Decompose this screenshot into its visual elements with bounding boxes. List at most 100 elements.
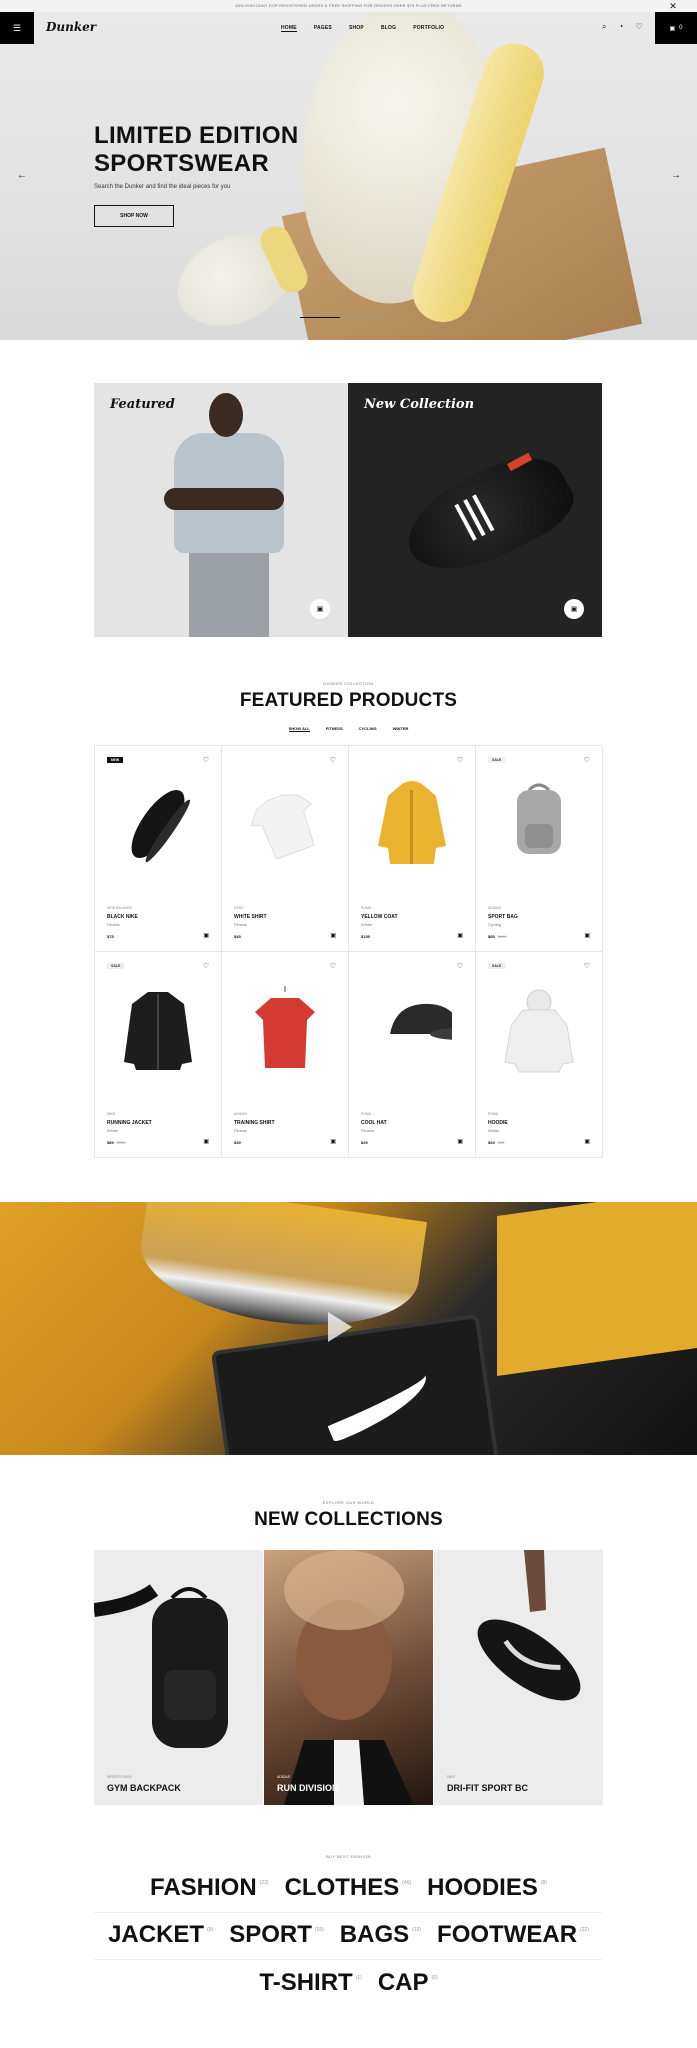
collection-label: NIKE [447, 1775, 456, 1779]
collection-name[interactable]: RUN DIVISION [277, 1783, 339, 1793]
product-card[interactable]: NEW ♡ NEW BALANCE BLACK NIKE Fitness $75… [95, 746, 222, 952]
hero-subtitle: Search the Dunker and find the ideal pie… [94, 184, 231, 190]
heart-icon[interactable]: ♡ [635, 22, 642, 32]
play-icon[interactable] [328, 1312, 352, 1342]
heart-icon[interactable]: ♡ [330, 962, 336, 970]
bag-icon[interactable]: ▣ [203, 932, 209, 939]
bag-icon[interactable]: ▣ [457, 1138, 463, 1145]
category-link[interactable]: FASHION (23) [150, 1874, 269, 1902]
featured-banner[interactable]: Featured ▣ [94, 383, 348, 637]
collection-card[interactable]: ADIDAS RUN DIVISION [264, 1550, 433, 1805]
bag-icon[interactable]: ▣ [584, 932, 590, 939]
new-collection-banner[interactable]: New Collection ▣ [348, 383, 602, 637]
product-card[interactable]: SALE ♡ NIKE RUNNING JACKET Winter $89 $10… [95, 952, 222, 1158]
product-brand: ADIDAS [234, 1112, 248, 1116]
product-name[interactable]: BLACK NIKE [107, 914, 138, 920]
filter-show-all[interactable]: SHOW ALL [288, 726, 310, 732]
search-icon[interactable]: ⌕ [602, 22, 606, 32]
collection-card[interactable]: SPORTS PACK GYM BACKPACK [94, 1550, 263, 1805]
product-image[interactable] [499, 776, 579, 871]
arrow-left-icon[interactable]: ← [17, 170, 27, 181]
nav-pages[interactable]: PAGES [314, 25, 332, 32]
product-image[interactable] [499, 982, 579, 1077]
category-link[interactable]: SPORT (15) [229, 1921, 324, 1949]
collection-name[interactable]: DRI-FIT SPORT BC [447, 1783, 528, 1793]
swoosh-logo [322, 1372, 436, 1443]
old-price: $109 [116, 1140, 126, 1145]
product-image[interactable] [118, 982, 198, 1077]
filter-cycling[interactable]: CYCLING [359, 726, 377, 732]
category-link[interactable]: JACKET (8) [108, 1921, 213, 1949]
product-brand: ADIDAS [488, 906, 502, 910]
collections-kicker: EXPLORE OUR WORLD [322, 1500, 375, 1505]
filter-winter[interactable]: WINTER [393, 726, 409, 732]
heart-icon[interactable]: ♡ [203, 962, 209, 970]
shoe-box-image [497, 1202, 697, 1377]
bag-icon[interactable]: ▣ [564, 599, 584, 619]
product-image[interactable] [372, 776, 452, 871]
bag-icon[interactable]: ▣ [310, 599, 330, 619]
heart-icon[interactable]: ♡ [457, 756, 463, 764]
product-category: Fitness [234, 922, 247, 927]
cart-button[interactable]: ▣ 0 [655, 12, 697, 44]
nav-home[interactable]: HOME [281, 25, 297, 32]
collection-name[interactable]: GYM BACKPACK [107, 1783, 181, 1793]
product-card[interactable]: SALE ♡ PUMA HOODIE Winter $39 $49 ▣ [476, 952, 603, 1158]
category-link[interactable]: BAGS (19) [340, 1921, 421, 1949]
video-banner[interactable] [0, 1202, 697, 1455]
product-card[interactable]: SALE ♡ ADIDAS SPORT BAG Cycling $85 $109 … [476, 746, 603, 952]
sneaker-image [477, 1550, 581, 1701]
user-icon[interactable]: ◔ [618, 22, 623, 32]
category-link[interactable]: CLOTHES (46) [285, 1874, 412, 1902]
product-name[interactable]: HOODIE [488, 1120, 508, 1126]
category-link[interactable]: FOOTWEAR (22) [437, 1921, 589, 1949]
product-image[interactable] [372, 982, 452, 1077]
category-link[interactable]: HOODIES (8) [427, 1874, 547, 1902]
product-card[interactable]: ♡ ADIDAS TRAINING SHIRT Fitness $39 ▣ [222, 952, 349, 1158]
bag-icon[interactable]: ▣ [330, 1138, 336, 1145]
product-card[interactable]: ♡ NYDC WHITE SHIRT Fitness $45 ▣ [222, 746, 349, 952]
filter-fitness[interactable]: FITNESS [326, 726, 343, 732]
category-row: FASHION (23) CLOTHES (46) HOODIES (8) [0, 1874, 697, 1902]
category-link[interactable]: CAP (6) [378, 1969, 438, 1997]
close-icon[interactable]: ✕ [669, 0, 677, 12]
category-link[interactable]: T-SHIRT (1) [259, 1969, 361, 1997]
header-icons: ⌕ ◔ ♡ [602, 22, 643, 32]
product-name[interactable]: RUNNING JACKET [107, 1120, 152, 1126]
product-image[interactable] [245, 776, 325, 871]
nav-shop[interactable]: SHOP [349, 25, 364, 32]
product-image[interactable] [118, 776, 198, 871]
slider-pagination[interactable] [300, 317, 392, 318]
product-price: $39 [234, 1140, 241, 1145]
nav-portfolio[interactable]: PORTFOLIO [413, 25, 444, 32]
logo[interactable]: Dunker [46, 20, 96, 34]
announcement-bar: 10% DISCOUNT FOR REGISTERED USERS & FREE… [0, 0, 697, 12]
bag-icon[interactable]: ▣ [330, 932, 336, 939]
new-badge: NEW [107, 757, 124, 763]
product-name[interactable]: COOL HAT [361, 1120, 387, 1126]
product-brand: NEW BALANCE [107, 906, 133, 910]
heart-icon[interactable]: ♡ [330, 756, 336, 764]
arrow-right-icon[interactable]: → [671, 170, 681, 181]
product-card[interactable]: ♡ PUMA COOL HAT Fitness $29 ▣ [349, 952, 476, 1158]
heart-icon[interactable]: ♡ [584, 962, 590, 970]
divider [94, 1912, 602, 1913]
heart-icon[interactable]: ♡ [457, 962, 463, 970]
nav-blog[interactable]: BLOG [381, 25, 396, 32]
shop-now-button[interactable]: SHOP NOW [94, 205, 174, 227]
bag-icon[interactable]: ▣ [457, 932, 463, 939]
model-image [164, 393, 294, 637]
heart-icon[interactable]: ♡ [203, 756, 209, 764]
bag-icon[interactable]: ▣ [584, 1138, 590, 1145]
product-card[interactable]: ♡ PUMA YELLOW COAT Winter $139 ▣ [349, 746, 476, 952]
product-name[interactable]: WHITE SHIRT [234, 914, 267, 920]
heart-icon[interactable]: ♡ [584, 756, 590, 764]
bag-icon[interactable]: ▣ [203, 1138, 209, 1145]
product-image[interactable] [245, 982, 325, 1077]
product-name[interactable]: YELLOW COAT [361, 914, 398, 920]
collection-card[interactable]: NIKE DRI-FIT SPORT BC [434, 1550, 603, 1805]
product-name[interactable]: SPORT BAG [488, 914, 518, 920]
menu-icon[interactable]: ☰ [0, 12, 34, 44]
product-name[interactable]: TRAINING SHIRT [234, 1120, 275, 1126]
product-category: Fitness [234, 1128, 247, 1133]
